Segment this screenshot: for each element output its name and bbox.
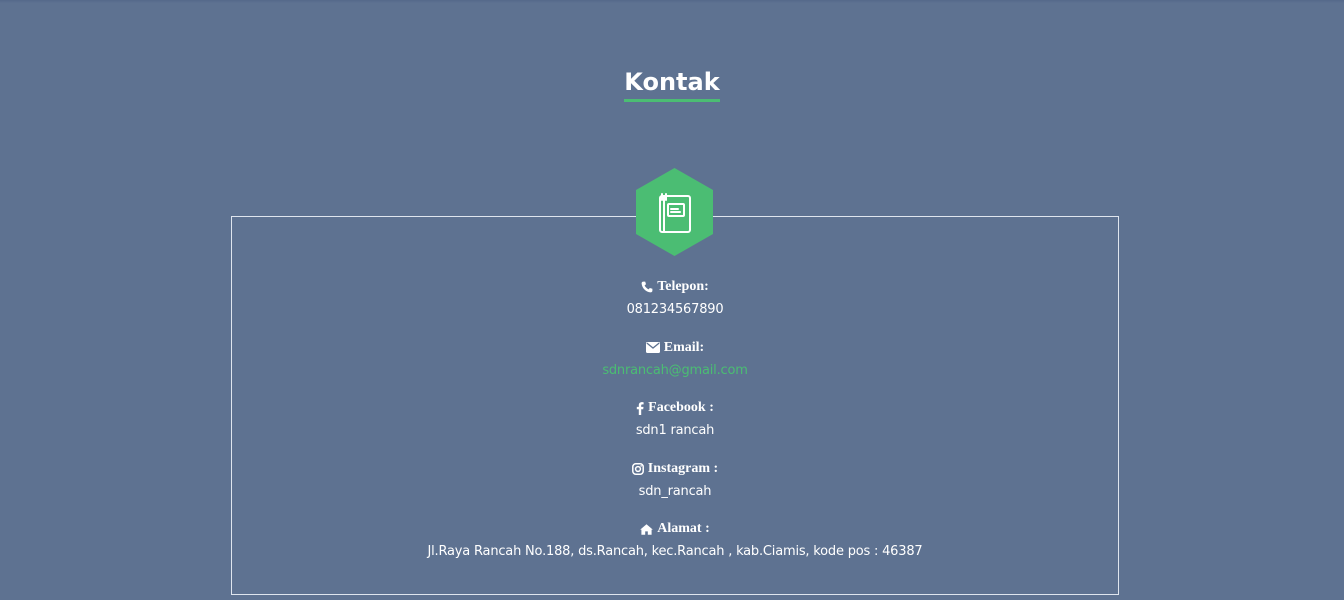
address-label: Alamat :	[657, 521, 710, 536]
address-value: Jl.Raya Rancah No.188, ds.Rancah, kec.Ra…	[427, 544, 923, 559]
email-link[interactable]: sdnrancah@gmail.com	[231, 363, 1119, 379]
contact-info-list: Telepon: 081234567890 Email: sdnrancah@g…	[231, 278, 1119, 581]
phone-value: 081234567890	[626, 302, 724, 317]
contact-phone: Telepon: 081234567890	[231, 278, 1119, 339]
facebook-value: sdn1 rancah	[635, 423, 715, 438]
section-heading: Kontak	[0, 66, 1344, 102]
contact-email: Email: sdnrancah@gmail.com	[231, 339, 1119, 400]
home-icon	[640, 523, 654, 535]
contact-instagram: Instagram : sdn_rancah	[231, 460, 1119, 521]
contact-page: Kontak Telepon: 081234567890 Email: sdnr…	[0, 0, 1344, 600]
contact-address: Alamat : Jl.Raya Rancah No.188, ds.Ranca…	[231, 520, 1119, 581]
phone-icon	[641, 281, 653, 293]
top-shadow	[0, 0, 1344, 3]
instagram-value: sdn_rancah	[638, 483, 712, 499]
envelope-icon	[645, 342, 660, 354]
phone-label: Telepon:	[657, 279, 709, 294]
book-icon	[636, 168, 713, 256]
email-label: Email:	[663, 339, 705, 355]
facebook-label: Facebook :	[648, 400, 714, 415]
section-title: Kontak	[624, 66, 720, 102]
instagram-label: Instagram :	[647, 460, 719, 476]
facebook-icon	[636, 401, 644, 415]
instagram-icon	[631, 462, 644, 475]
contact-facebook: Facebook : sdn1 rancah	[231, 399, 1119, 460]
